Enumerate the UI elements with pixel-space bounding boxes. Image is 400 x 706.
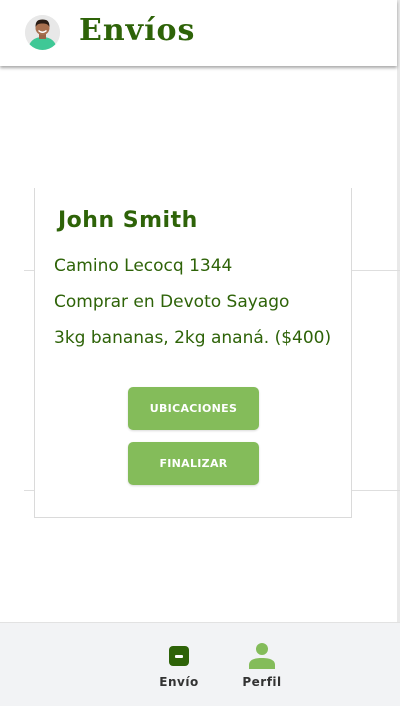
page-title: Envíos: [79, 13, 196, 48]
bottom-tab-bar: Envío Perfil: [0, 622, 400, 706]
user-avatar-icon: [25, 15, 60, 50]
delivery-card: John Smith Camino Lecocq 1344 Comprar en…: [34, 188, 352, 518]
avatar[interactable]: [25, 15, 60, 50]
recipient-name: John Smith: [58, 208, 198, 233]
finish-button[interactable]: FINALIZAR: [128, 442, 259, 485]
delivery-store: Comprar en Devoto Sayago: [54, 292, 290, 312]
person-icon: [249, 643, 275, 669]
tab-label-perfil: Perfil: [242, 675, 282, 689]
delivery-items: 3kg bananas, 2kg ananá. ($400): [54, 328, 332, 348]
delivery-address: Camino Lecocq 1344: [54, 256, 233, 276]
tab-label-envio: Envío: [159, 675, 199, 689]
locations-button[interactable]: UBICACIONES: [128, 387, 259, 430]
app-header: Envíos: [0, 0, 397, 66]
tab-envio[interactable]: Envío: [144, 623, 214, 706]
tab-perfil[interactable]: Perfil: [227, 623, 297, 706]
package-icon: [169, 646, 189, 666]
